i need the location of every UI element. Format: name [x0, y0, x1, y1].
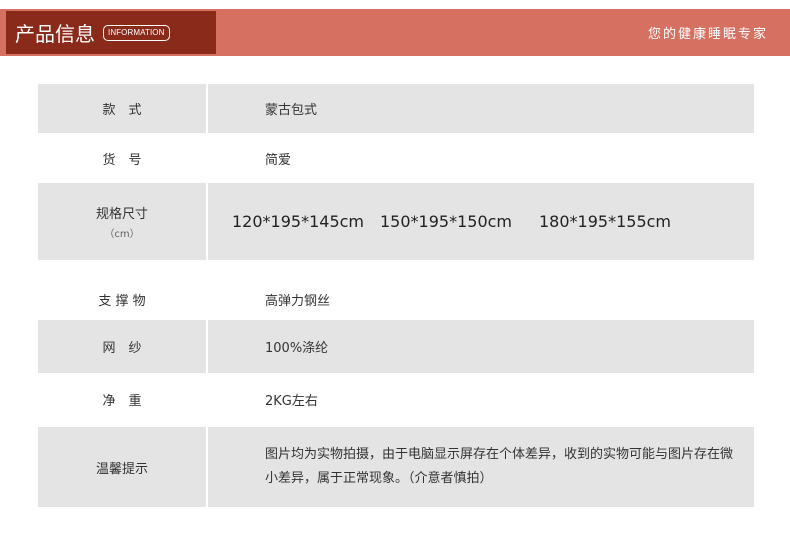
table-row: 货 号 简爱 [38, 133, 754, 183]
row-value: 图片均为实物拍摄，由于电脑显示屏存在个体差异，收到的实物可能与图片存在微小差异，… [208, 427, 754, 507]
header-title-block: 产品信息 INFORMATION [6, 11, 216, 54]
row-value: 简爱 [265, 152, 292, 168]
label-text: 净 重 [102, 393, 142, 409]
section-title: 产品信息 [15, 22, 95, 46]
row-label: 网 纱 [38, 320, 206, 373]
table-row: 规格尺寸 （cm） 120*195*145cm 150*195*150cm 18… [38, 183, 754, 260]
table-row: 净 重 2KG左右 [38, 373, 754, 425]
label-text: 规格尺寸 [95, 207, 148, 222]
row-value: 蒙古包式 [208, 84, 754, 133]
label-text: 货 号 [102, 152, 142, 168]
size-option: 150*195*150cm [380, 212, 512, 231]
size-option: 180*195*155cm [539, 212, 671, 231]
row-label: 净 重 [38, 373, 206, 425]
row-value: 2KG左右 [265, 393, 318, 409]
row-value: 100%涤纶 [208, 320, 754, 373]
row-label: 货 号 [38, 133, 206, 183]
table-row: 温馨提示 图片均为实物拍摄，由于电脑显示屏存在个体差异，收到的实物可能与图片存在… [38, 427, 754, 507]
size-list: 120*195*145cm 150*195*150cm 180*195*155c… [208, 212, 687, 231]
size-option: 120*195*145cm [232, 212, 364, 231]
label-text: 温馨提示 [95, 461, 148, 477]
information-badge: INFORMATION [103, 24, 170, 41]
label-text: 网 纱 [102, 341, 142, 356]
table-row: 款 式 蒙古包式 [38, 84, 754, 133]
row-label: 规格尺寸 （cm） [38, 183, 206, 260]
table-row: 网 纱 100%涤纶 [38, 320, 754, 373]
label-text: 款 式 [102, 103, 142, 118]
slogan: 您的健康睡眠专家 [647, 27, 768, 42]
unit-sublabel: （cm） [104, 229, 140, 240]
row-label: 款 式 [38, 84, 206, 133]
row-label: 温馨提示 [38, 427, 206, 507]
header-bar: 产品信息 INFORMATION 您的健康睡眠专家 [0, 9, 790, 56]
notice-text: 图片均为实物拍摄，由于电脑显示屏存在个体差异，收到的实物可能与图片存在微小差异，… [265, 447, 734, 486]
label-text: 支 撑 物 [98, 293, 146, 309]
row-value: 120*195*145cm 150*195*150cm 180*195*155c… [208, 183, 754, 260]
